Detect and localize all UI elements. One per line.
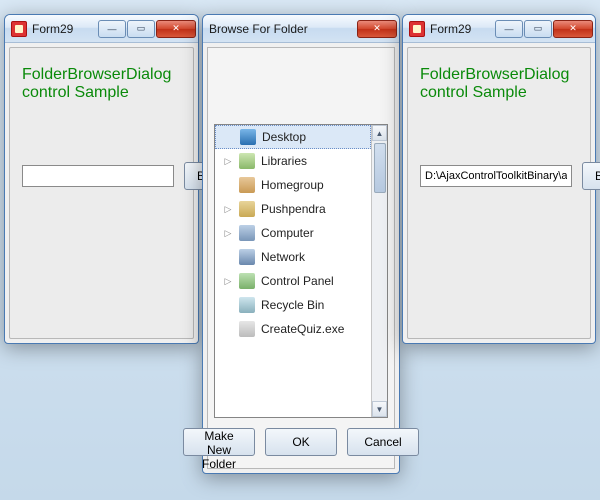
cpanel-icon bbox=[239, 273, 255, 289]
desktop-icon bbox=[240, 129, 256, 145]
path-input[interactable] bbox=[420, 165, 572, 187]
app-icon bbox=[11, 21, 27, 37]
tree-node[interactable]: ▷ Computer bbox=[215, 221, 371, 245]
expander-icon[interactable]: ▷ bbox=[223, 276, 233, 287]
tree-node-label: Desktop bbox=[262, 130, 306, 144]
page-heading: FolderBrowserDialog control Sample bbox=[22, 66, 181, 102]
tree-node-label: Control Panel bbox=[261, 274, 334, 288]
computer-icon bbox=[239, 225, 255, 241]
scroll-up-arrow[interactable]: ▲ bbox=[372, 125, 387, 141]
ok-button[interactable]: OK bbox=[265, 428, 337, 456]
expander-icon[interactable]: ▷ bbox=[223, 156, 233, 167]
maximize-button[interactable]: ▭ bbox=[524, 20, 552, 38]
tree-node[interactable]: ▷ Control Panel bbox=[215, 269, 371, 293]
tree-node-label: Computer bbox=[261, 226, 314, 240]
page-heading: FolderBrowserDialog control Sample bbox=[420, 66, 578, 102]
close-button[interactable]: ✕ bbox=[553, 20, 593, 38]
minimize-button[interactable]: — bbox=[98, 20, 126, 38]
browse-folder-dialog: Browse For Folder ✕ Desktop ▷ Libraries Hom… bbox=[202, 14, 400, 474]
tree-node[interactable]: CreateQuiz.exe bbox=[215, 317, 371, 341]
app-icon bbox=[409, 21, 425, 37]
minimize-button[interactable]: — bbox=[495, 20, 523, 38]
expander-icon[interactable]: ▷ bbox=[223, 204, 233, 215]
folder-tree[interactable]: Desktop ▷ Libraries Homegroup ▷ Pushpendra ▷ Co… bbox=[215, 125, 371, 417]
tree-node-label: Recycle Bin bbox=[261, 298, 324, 312]
dialog-button-row: Make New Folder OK Cancel bbox=[214, 418, 388, 462]
vertical-scrollbar[interactable]: ▲ ▼ bbox=[371, 125, 387, 417]
client-area: Desktop ▷ Libraries Homegroup ▷ Pushpendra ▷ Co… bbox=[207, 47, 395, 469]
tree-node[interactable]: Network bbox=[215, 245, 371, 269]
client-area: FolderBrowserDialog control Sample Brows… bbox=[9, 47, 194, 339]
tree-node[interactable]: ▷ Pushpendra bbox=[215, 197, 371, 221]
window-title: Form29 bbox=[430, 22, 494, 36]
tree-node-label: Homegroup bbox=[261, 178, 324, 192]
network-icon bbox=[239, 249, 255, 265]
tree-node[interactable]: Recycle Bin bbox=[215, 293, 371, 317]
recycle-icon bbox=[239, 297, 255, 313]
form29-window-right: Form29 — ▭ ✕ FolderBrowserDialog control… bbox=[402, 14, 596, 344]
scroll-down-arrow[interactable]: ▼ bbox=[372, 401, 387, 417]
make-new-folder-button[interactable]: Make New Folder bbox=[183, 428, 255, 456]
close-button[interactable]: ✕ bbox=[156, 20, 196, 38]
user-icon bbox=[239, 201, 255, 217]
tree-node-label: Pushpendra bbox=[261, 202, 326, 216]
tree-node[interactable]: Homegroup bbox=[215, 173, 371, 197]
form29-window-left: Form29 — ▭ ✕ FolderBrowserDialog control… bbox=[4, 14, 199, 344]
scroll-thumb[interactable] bbox=[374, 143, 386, 193]
tree-node-label: Network bbox=[261, 250, 305, 264]
maximize-button[interactable]: ▭ bbox=[127, 20, 155, 38]
titlebar[interactable]: Browse For Folder ✕ bbox=[203, 15, 399, 43]
cancel-button[interactable]: Cancel bbox=[347, 428, 419, 456]
titlebar[interactable]: Form29 — ▭ ✕ bbox=[403, 15, 595, 43]
tree-node-label: CreateQuiz.exe bbox=[261, 322, 344, 336]
close-button[interactable]: ✕ bbox=[357, 20, 397, 38]
libraries-icon bbox=[239, 153, 255, 169]
path-input[interactable] bbox=[22, 165, 174, 187]
tree-node[interactable]: ▷ Libraries bbox=[215, 149, 371, 173]
window-title: Form29 bbox=[32, 22, 97, 36]
titlebar[interactable]: Form29 — ▭ ✕ bbox=[5, 15, 198, 43]
tree-node-label: Libraries bbox=[261, 154, 307, 168]
window-title: Browse For Folder bbox=[209, 22, 356, 36]
tree-node[interactable]: Desktop bbox=[215, 125, 371, 149]
browse-button[interactable]: Browse bbox=[582, 162, 600, 190]
expander-icon[interactable]: ▷ bbox=[223, 228, 233, 239]
client-area: FolderBrowserDialog control Sample Brows… bbox=[407, 47, 591, 339]
exe-icon bbox=[239, 321, 255, 337]
folder-tree-host: Desktop ▷ Libraries Homegroup ▷ Pushpendra ▷ Co… bbox=[214, 124, 388, 418]
homegroup-icon bbox=[239, 177, 255, 193]
